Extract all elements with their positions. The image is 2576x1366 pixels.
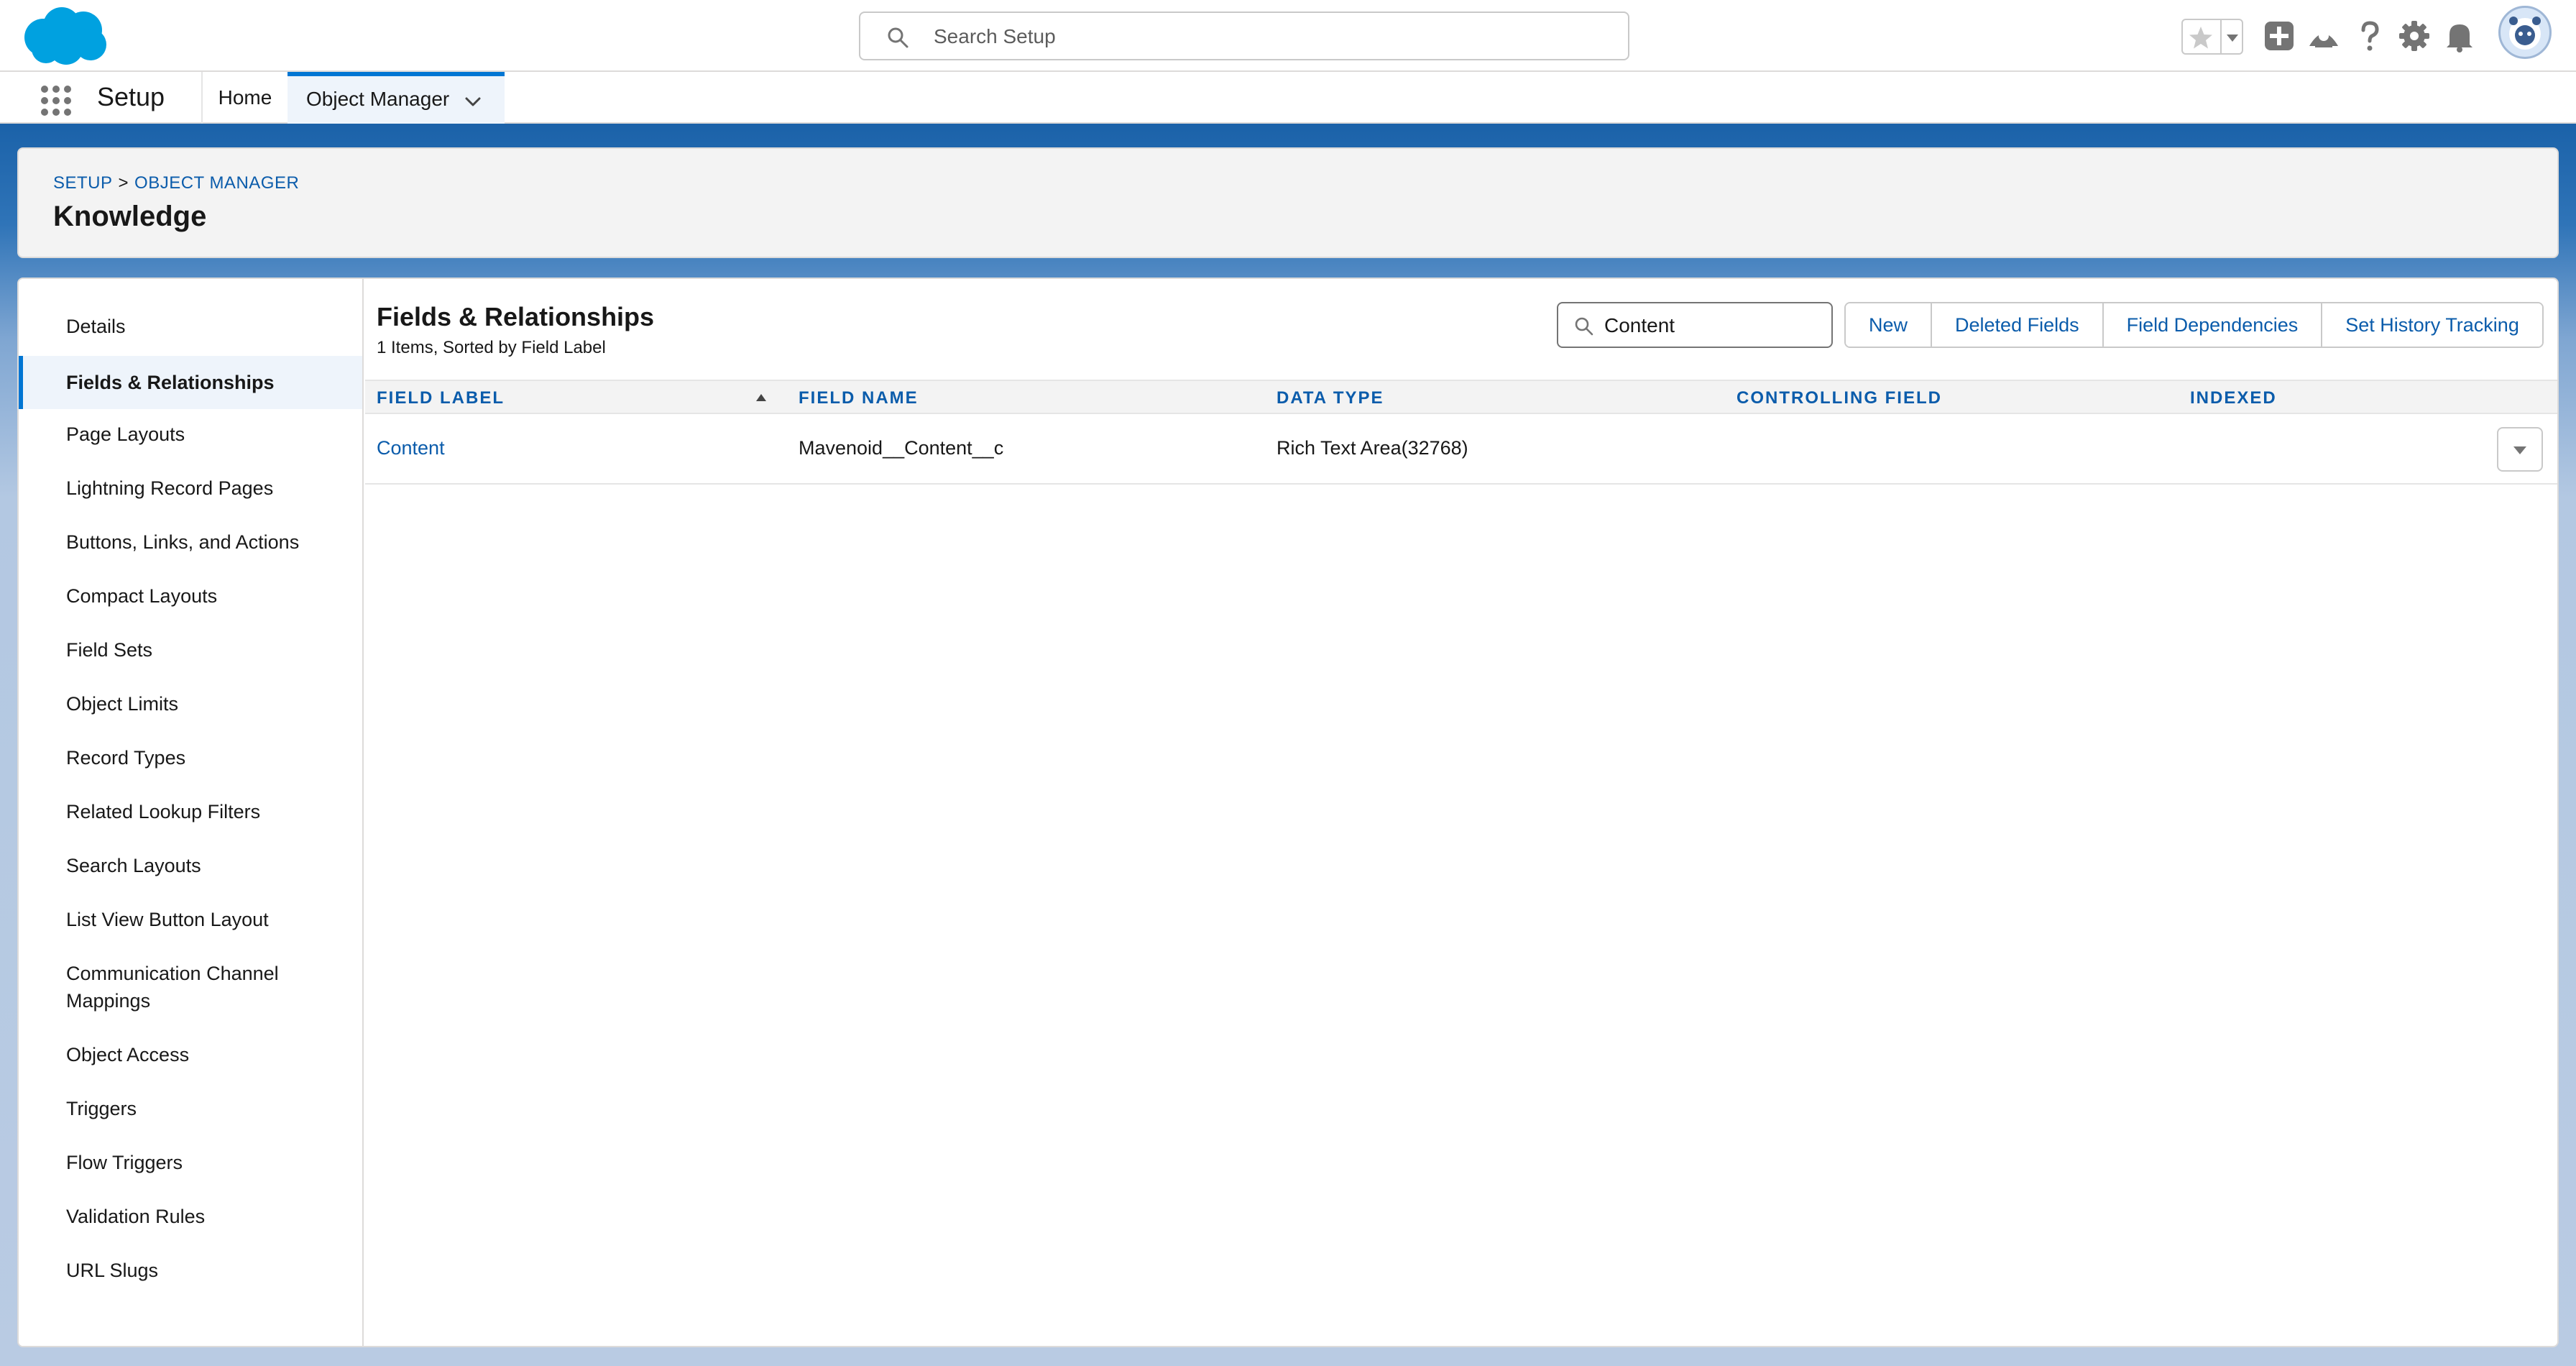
sidebar-item-list-view-button-layout[interactable]: List View Button Layout (19, 906, 362, 933)
favorites-button-group[interactable] (2181, 19, 2243, 55)
deleted-fields-button[interactable]: Deleted Fields (1931, 303, 2102, 347)
chevron-down-icon (2513, 446, 2526, 454)
sidebar-item-label: Object Limits (66, 693, 179, 715)
page-title: Knowledge (53, 201, 207, 232)
sidebar-item-label: Communication Channel Mappings (66, 963, 279, 1012)
search-icon (1575, 317, 1593, 336)
fields-content-panel: Fields & Relationships 1 Items, Sorted b… (365, 279, 2557, 1346)
page-header: SETUP > OBJECT MANAGER Knowledge (17, 147, 2559, 258)
context-nav-bar: Setup Home Object Manager (0, 72, 2576, 124)
column-header-data-type[interactable]: DATA TYPE (1276, 388, 1384, 408)
tab-object-manager[interactable]: Object Manager (288, 72, 505, 124)
row-actions-button[interactable] (2497, 427, 2543, 472)
global-search-input[interactable] (932, 17, 1608, 56)
trailhead-icon[interactable] (2306, 19, 2341, 53)
action-button-group: New Deleted Fields Field Dependencies Se… (1844, 302, 2544, 348)
breadcrumb-separator: > (118, 173, 129, 193)
object-sidebar: Details Fields & Relationships Page Layo… (19, 279, 364, 1346)
salesforce-cloud-icon[interactable] (22, 6, 108, 66)
sidebar-item-label: Page Layouts (66, 423, 185, 445)
sidebar-item-related-lookup-filters[interactable]: Related Lookup Filters (19, 798, 362, 825)
sidebar-item-details[interactable]: Details (19, 313, 362, 340)
tab-home[interactable]: Home (203, 72, 288, 124)
sidebar-item-label: Field Sets (66, 639, 153, 661)
sidebar-item-label: Search Layouts (66, 855, 201, 876)
sidebar-item-communication-channel-mappings[interactable]: Communication Channel Mappings (19, 960, 321, 1014)
sidebar-item-fields-relationships[interactable]: Fields & Relationships (19, 356, 362, 409)
help-icon[interactable] (2352, 19, 2387, 53)
sidebar-item-page-layouts[interactable]: Page Layouts (19, 421, 362, 448)
sort-ascending-icon[interactable] (755, 391, 768, 404)
chevron-down-icon[interactable] (2223, 23, 2242, 52)
section-subtitle: 1 Items, Sorted by Field Label (377, 338, 606, 357)
global-header (0, 0, 2576, 72)
search-icon (888, 27, 908, 48)
gear-icon[interactable] (2397, 19, 2432, 53)
quick-find-search[interactable] (1557, 302, 1833, 348)
sidebar-item-label: List View Button Layout (66, 909, 269, 930)
chevron-down-icon[interactable] (462, 91, 484, 112)
app-launcher-icon[interactable] (39, 83, 73, 118)
plus-icon[interactable] (2262, 19, 2296, 53)
sidebar-item-label: Object Access (66, 1044, 190, 1065)
sidebar-item-label: Triggers (66, 1098, 137, 1119)
sidebar-item-object-limits[interactable]: Object Limits (19, 690, 362, 718)
breadcrumb-object-manager-link[interactable]: OBJECT MANAGER (134, 173, 299, 193)
sidebar-item-label: Record Types (66, 747, 186, 769)
sidebar-item-field-sets[interactable]: Field Sets (19, 636, 362, 664)
main-card: Details Fields & Relationships Page Layo… (17, 278, 2559, 1347)
breadcrumb-setup-link[interactable]: SETUP (53, 173, 113, 193)
quick-find-input[interactable] (1603, 308, 1818, 344)
star-icon[interactable] (2186, 23, 2216, 52)
sidebar-item-triggers[interactable]: Triggers (19, 1095, 362, 1122)
table-row: Content Mavenoid__Content__c Rich Text A… (365, 414, 2557, 485)
tab-object-manager-label: Object Manager (306, 88, 450, 110)
sidebar-item-search-layouts[interactable]: Search Layouts (19, 852, 362, 879)
sidebar-item-label: Buttons, Links, and Actions (66, 531, 300, 553)
sidebar-item-url-slugs[interactable]: URL Slugs (19, 1257, 362, 1284)
sidebar-item-label: Related Lookup Filters (66, 801, 261, 822)
sidebar-item-label: Flow Triggers (66, 1152, 183, 1173)
column-header-indexed[interactable]: INDEXED (2190, 388, 2277, 408)
sidebar-item-label: Fields & Relationships (66, 372, 275, 393)
app-name: Setup (97, 82, 165, 111)
sidebar-item-flow-triggers[interactable]: Flow Triggers (19, 1149, 362, 1176)
bell-icon[interactable] (2442, 19, 2477, 53)
column-header-controlling-field[interactable]: CONTROLLING FIELD (1736, 388, 1942, 408)
sidebar-item-label: URL Slugs (66, 1260, 159, 1281)
field-label-link[interactable]: Content (377, 437, 445, 459)
sidebar-item-lightning-record-pages[interactable]: Lightning Record Pages (19, 475, 362, 502)
tab-home-label: Home (218, 86, 272, 109)
new-button[interactable]: New (1846, 303, 1931, 347)
breadcrumb: SETUP > OBJECT MANAGER (53, 173, 299, 193)
favorites-divider (2220, 20, 2222, 53)
sidebar-item-compact-layouts[interactable]: Compact Layouts (19, 582, 362, 610)
field-dependencies-button[interactable]: Field Dependencies (2102, 303, 2322, 347)
section-title: Fields & Relationships (377, 302, 655, 331)
sidebar-item-validation-rules[interactable]: Validation Rules (19, 1203, 362, 1230)
sidebar-item-record-types[interactable]: Record Types (19, 744, 362, 771)
column-header-field-label[interactable]: FIELD LABEL (377, 388, 505, 408)
data-type-cell: Rich Text Area(32768) (1276, 437, 1468, 459)
sidebar-item-label: Validation Rules (66, 1206, 206, 1227)
sidebar-item-label: Details (66, 316, 126, 337)
field-name-cell: Mavenoid__Content__c (799, 437, 1004, 459)
astro-avatar-icon (2509, 17, 2541, 50)
sidebar-item-label: Compact Layouts (66, 585, 218, 607)
sidebar-item-buttons-links-actions[interactable]: Buttons, Links, and Actions (19, 528, 362, 556)
avatar[interactable] (2498, 6, 2552, 59)
table-header: FIELD LABEL FIELD NAME DATA TYPE CONTROL… (365, 380, 2557, 414)
sidebar-item-object-access[interactable]: Object Access (19, 1041, 362, 1068)
global-search[interactable] (859, 12, 1629, 60)
set-history-tracking-button[interactable]: Set History Tracking (2321, 303, 2542, 347)
column-header-field-name[interactable]: FIELD NAME (799, 388, 919, 408)
sidebar-item-label: Lightning Record Pages (66, 477, 274, 499)
